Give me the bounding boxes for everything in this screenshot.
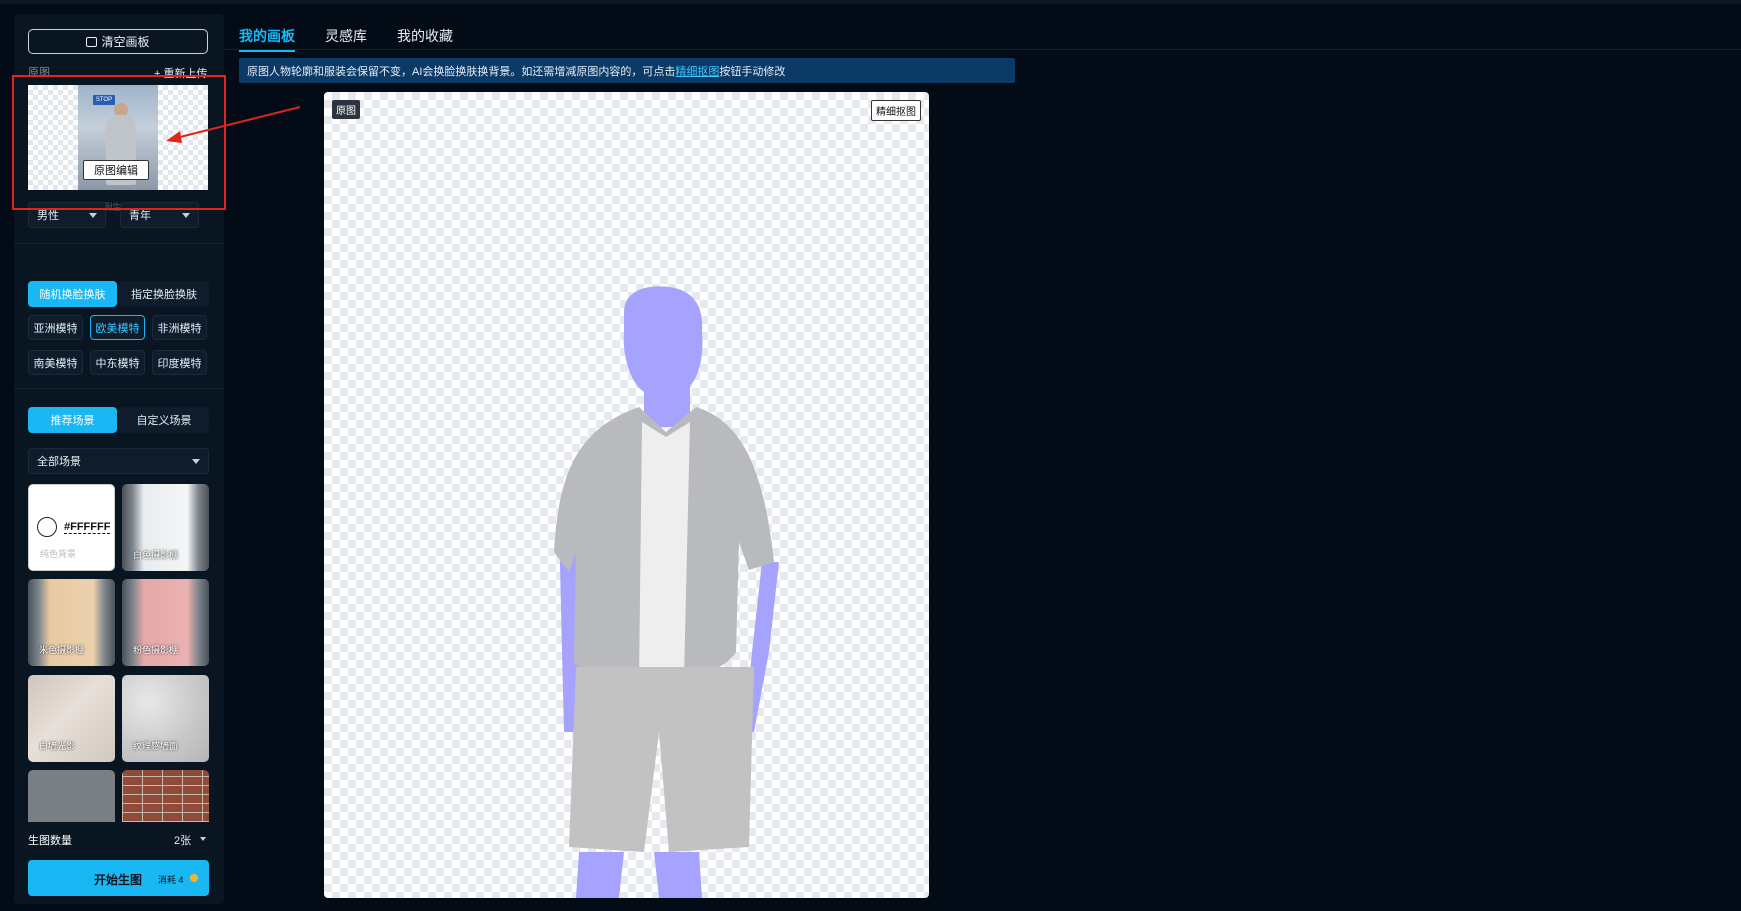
recommended-scene-tab[interactable]: 推荐场景 (28, 407, 117, 433)
right-leg-mask (654, 852, 702, 898)
tabs-underline (224, 49, 1741, 50)
divider (14, 388, 224, 389)
random-face-tab[interactable]: 随机换脸换肤 (28, 281, 117, 307)
scene-label: 纹理感墙面 (133, 741, 179, 751)
scene-label: 白色摄影棚 (133, 550, 179, 560)
scene-label: 纯色背景 (40, 549, 77, 559)
model-chip-western[interactable]: 欧美模特 (90, 315, 145, 340)
start-generate-button[interactable]: 开始生图 消耗 4 (28, 860, 209, 896)
annotation-arrow-icon (166, 106, 301, 143)
scene-card-wall-light[interactable]: 白墙光影 (28, 675, 115, 762)
scene-card-concrete[interactable] (28, 770, 115, 822)
scene-card-beige-studio[interactable]: 米色摄影棚 (28, 579, 115, 666)
model-chip-african[interactable]: 非洲模特 (152, 315, 207, 340)
notice-text: 原图人物轮廓和服装会保留不变，AI会换脸换肤换背景。如还需增减原图内容的，可点击 (247, 65, 676, 78)
color-circle-icon (37, 517, 57, 537)
scene-label: 粉色摄影棚 (133, 645, 179, 655)
chevron-down-icon[interactable] (200, 837, 206, 841)
model-chip-south-american[interactable]: 南美模特 (28, 350, 83, 375)
person-cutout (554, 286, 779, 898)
scene-label: 白墙光影 (39, 741, 76, 751)
model-chip-indian[interactable]: 印度模特 (152, 350, 207, 375)
scene-filter-select[interactable]: 全部场景 (28, 448, 209, 474)
gen-count-select[interactable]: 2张 (174, 832, 191, 848)
scene-card-pink-studio[interactable]: 粉色摄影棚 (122, 579, 209, 666)
coin-icon (190, 874, 198, 882)
cost-label: 消耗 4 (158, 875, 184, 885)
gen-count-label: 生图数量 (28, 835, 72, 847)
divider (14, 243, 224, 244)
model-chip-middle-eastern[interactable]: 中东模特 (90, 350, 145, 375)
notice-bar: 原图人物轮廓和服装会保留不变，AI会换脸换肤换背景。如还需增减原图内容的，可点击… (239, 58, 1015, 83)
scene-filter-value: 全部场景 (37, 456, 81, 468)
top-border (0, 0, 1741, 4)
scene-card-solid[interactable]: #FFFFFF 纯色背景 (28, 484, 115, 571)
custom-scene-tab[interactable]: 自定义场景 (119, 407, 209, 433)
left-leg-mask (576, 852, 624, 898)
start-generate-label: 开始生图 (94, 873, 143, 887)
clear-canvas-button[interactable]: 清空画板 (28, 29, 208, 54)
refine-cutout-link[interactable]: 精细抠图 (675, 63, 719, 79)
scene-card-brick[interactable] (122, 770, 209, 822)
model-chip-asian[interactable]: 亚洲模特 (28, 315, 83, 340)
scene-label: 米色摄影棚 (39, 645, 85, 655)
undershirt (639, 422, 690, 682)
scene-card-textured-wall[interactable]: 纹理感墙面 (122, 675, 209, 762)
home-icon (86, 36, 98, 47)
notice-text-end: 按钮手动修改 (719, 65, 786, 78)
chevron-down-icon (89, 213, 97, 218)
canvas[interactable]: 原图 精细抠图 (324, 92, 929, 898)
chevron-down-icon (192, 459, 200, 464)
shorts (569, 667, 754, 852)
specified-face-tab[interactable]: 指定换脸换肤 (119, 281, 209, 307)
solid-hex-value: #FFFFFF (64, 521, 111, 534)
clear-canvas-label: 清空画板 (101, 35, 150, 49)
chevron-down-icon (182, 213, 190, 218)
scene-card-white-studio[interactable]: 白色摄影棚 (122, 484, 209, 571)
